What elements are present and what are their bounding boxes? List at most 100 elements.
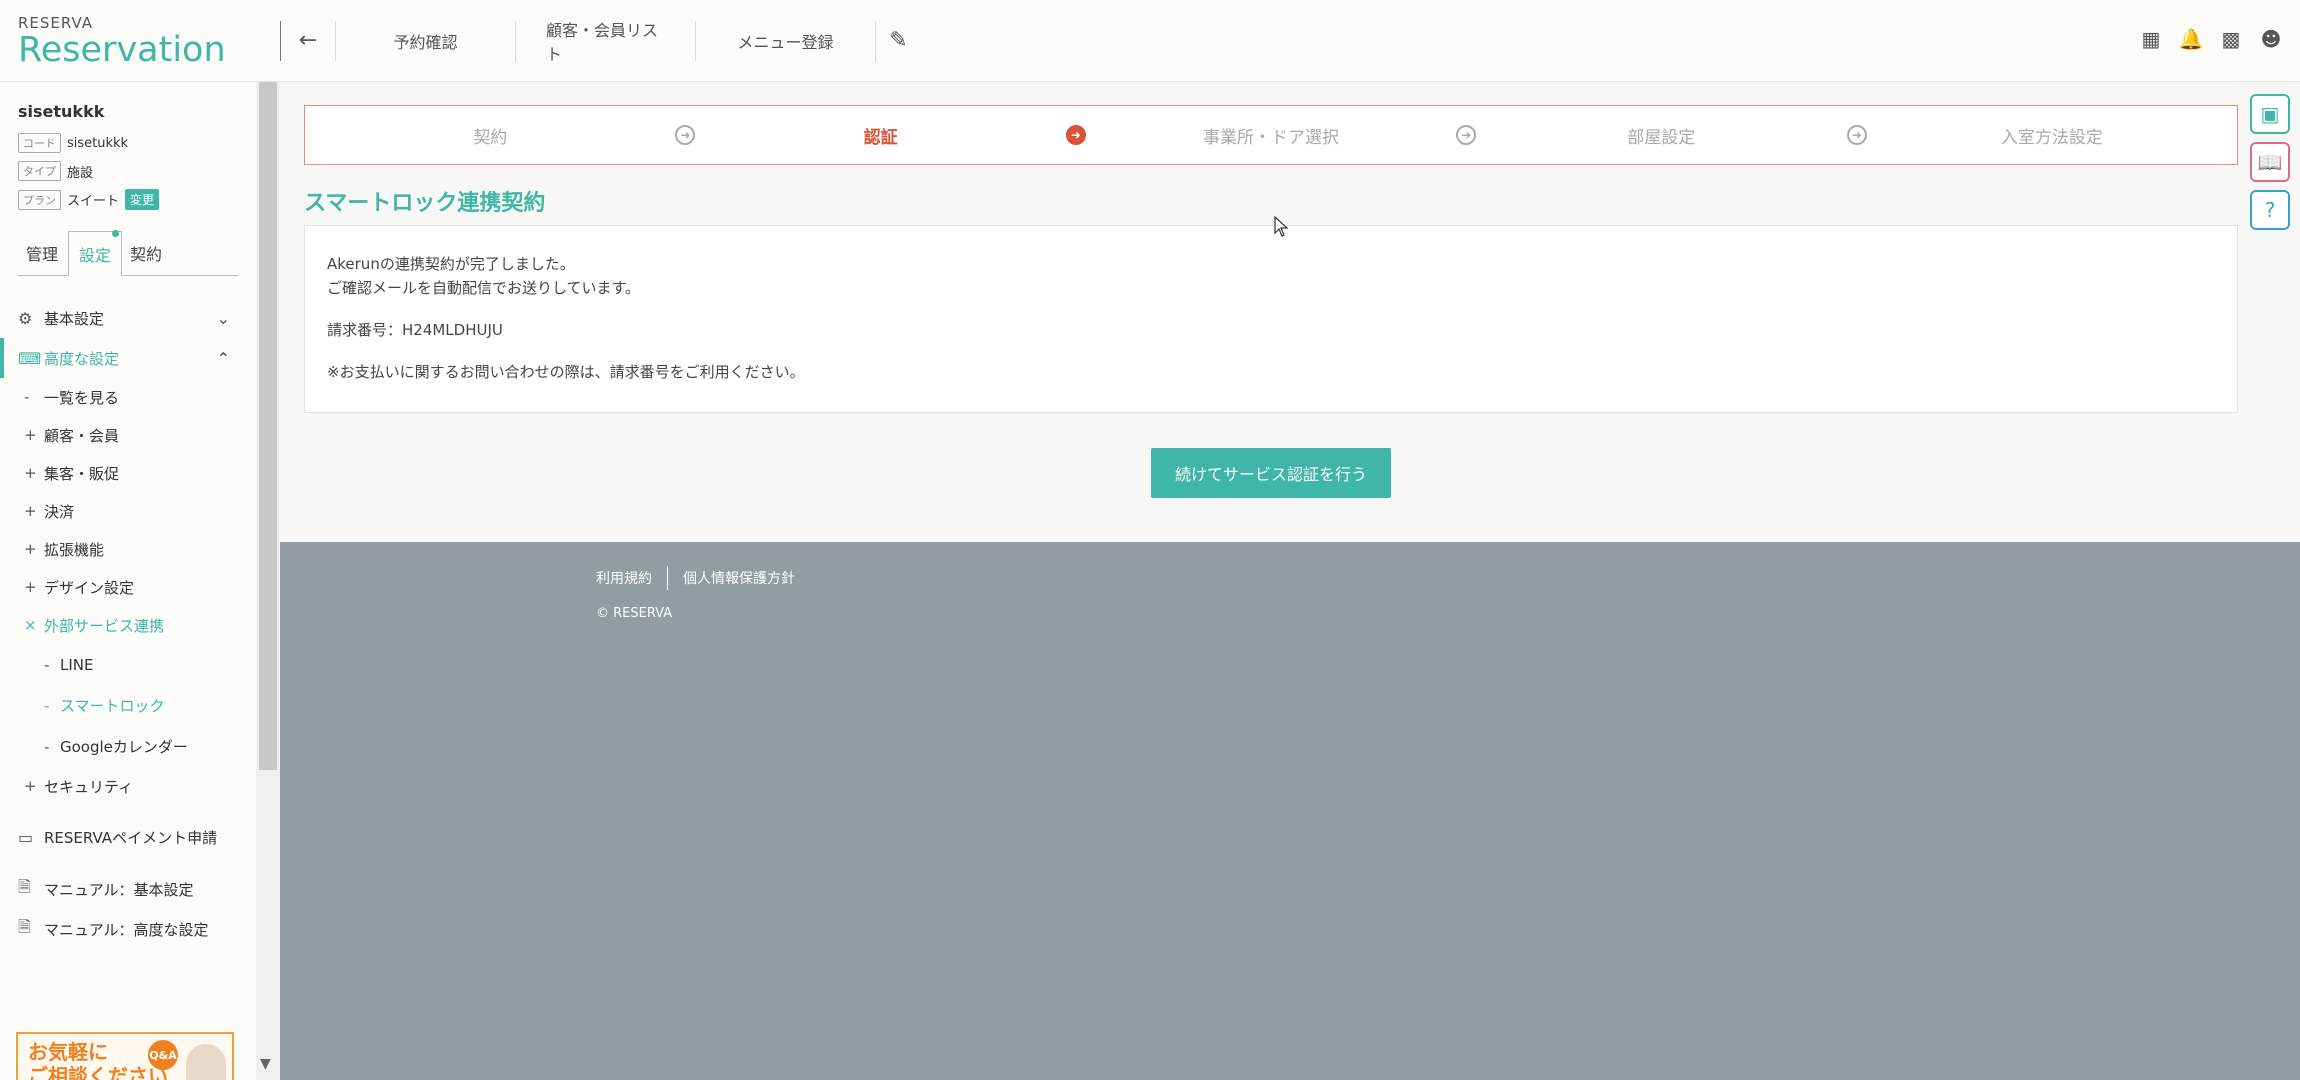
step-office-door: 事業所・ドア選択	[1203, 127, 1340, 148]
sub-payment[interactable]: + 決済	[0, 492, 256, 530]
message-line1: Akerunの連携契約が完了しました。	[327, 255, 575, 273]
meta-tag: コード	[18, 133, 61, 153]
invoice-number: 請求番号：H24MLDHUJU	[327, 321, 503, 339]
user-circle-icon[interactable]: ☻	[2260, 27, 2282, 51]
sub-label: 外部サービス連携	[44, 616, 165, 635]
sub-view-all[interactable]: - 一覧を見る	[0, 378, 256, 416]
subsub-marker: -	[44, 696, 50, 715]
result-card: Akerunの連携契約が完了しました。 ご確認メールを自動配信でお送りしています…	[304, 225, 2238, 413]
nav-reservation-check[interactable]: 予約確認	[336, 20, 516, 61]
sub-marker: +	[24, 426, 37, 444]
credit-card-icon: ▭	[18, 827, 34, 847]
footer-terms-link[interactable]: 利用規約	[596, 568, 652, 588]
sidebar-scrollbar[interactable]: ▼	[256, 82, 280, 1080]
footer-divider	[667, 566, 668, 590]
subsub-label: LINE	[60, 655, 94, 674]
meta-type: タイプ 施設	[18, 161, 238, 181]
building-gear-icon[interactable]: ▩	[2220, 27, 2242, 51]
edit-button[interactable]: ✎	[875, 20, 921, 61]
menu-label: 高度な設定	[44, 349, 120, 368]
support-person-image	[186, 1044, 226, 1080]
footer-privacy-link[interactable]: 個人情報保護方針	[683, 568, 795, 588]
facility-name: sisetukkk	[18, 102, 105, 121]
sub-customers[interactable]: + 顧客・会員	[0, 416, 256, 454]
bell-icon[interactable]: 🔔	[2179, 27, 2204, 51]
sub-label: 顧客・会員	[44, 426, 120, 445]
sub-label: 決済	[44, 502, 75, 521]
header-right-icons: ▦ 🔔 ▩ ☻	[2140, 27, 2282, 51]
book-icon[interactable]: 📖	[2250, 142, 2290, 182]
subsub-smartlock[interactable]: - スマートロック	[0, 685, 256, 726]
sub-marker: ×	[24, 616, 37, 634]
help-banner[interactable]: お気軽に ご相談ください Q&A	[16, 1032, 234, 1080]
subsub-label: スマートロック	[60, 697, 165, 715]
pencil-square-icon: ✎	[889, 28, 908, 53]
step-contract: 契約	[473, 127, 508, 148]
page-title: スマートロック連携契約	[304, 191, 546, 216]
menu-label: マニュアル：基本設定	[44, 880, 194, 899]
sidebar-tabs: 管理 設定 契約	[18, 230, 238, 276]
copyright: © RESERVA	[596, 606, 673, 621]
sub-marker: +	[24, 777, 37, 795]
menu-manual-basic[interactable]: 🗎 マニュアル：基本設定	[0, 869, 256, 909]
subsub-google-calendar[interactable]: - Googleカレンダー	[0, 726, 256, 767]
menu-basic-settings[interactable]: ⚙ 基本設定 ⌄	[0, 298, 256, 338]
step-arrow-icon: ➜	[1456, 125, 1477, 145]
meta-value: スイート	[67, 194, 120, 209]
menu-advanced-settings[interactable]: ⌨ 高度な設定 ⌃	[0, 338, 256, 378]
facility-info: sisetukkk コード sisetukkk タイプ 施設 プラン スイート …	[0, 82, 256, 210]
sub-marker: +	[24, 578, 37, 596]
sub-extensions[interactable]: + 拡張機能	[0, 530, 256, 568]
menu-payment-apply[interactable]: ▭ RESERVAペイメント申請	[0, 817, 256, 857]
meta-tag: タイプ	[18, 161, 61, 181]
tab-settings[interactable]: 設定	[68, 230, 123, 276]
change-plan-badge[interactable]: 変更	[125, 189, 160, 210]
sub-external-services[interactable]: × 外部サービス連携	[0, 606, 256, 644]
meta-code: コード sisetukkk	[18, 133, 238, 153]
sub-design[interactable]: + デザイン設定	[0, 568, 256, 606]
menu-label: マニュアル：高度な設定	[44, 920, 209, 939]
document-icon: 🗎	[18, 876, 31, 896]
browser-window-icon[interactable]: ▣	[2250, 94, 2290, 134]
help-headset-icon[interactable]: ?	[2250, 190, 2290, 230]
sub-label: セキュリティ	[44, 777, 134, 796]
sub-label: 集客・販促	[44, 464, 120, 483]
sub-label: 一覧を見る	[44, 388, 120, 407]
subsub-label: Googleカレンダー	[60, 738, 188, 756]
menu-manual-advanced[interactable]: 🗎 マニュアル：高度な設定	[0, 909, 256, 949]
menu-label: RESERVAペイメント申請	[44, 828, 218, 847]
tab-contract[interactable]: 契約	[122, 241, 172, 275]
chevron-up-icon: ⌃	[216, 348, 230, 368]
document-icon: 🗎	[18, 916, 31, 936]
subsub-marker: -	[44, 737, 50, 756]
nav-customer-list[interactable]: 顧客・会員リスト	[516, 20, 696, 64]
subsub-marker: -	[44, 655, 50, 674]
top-header: RESERVA Reservation ← 予約確認 顧客・会員リスト メニュー…	[0, 0, 2300, 82]
sub-label: デザイン設定	[44, 578, 135, 597]
continue-service-auth-button[interactable]: 続けてサービス認証を行う	[1151, 448, 1391, 498]
tab-manage[interactable]: 管理	[18, 241, 68, 275]
caret-down-icon[interactable]: ▼	[260, 1056, 271, 1072]
sub-marker: -	[24, 388, 30, 406]
qa-badge: Q&A	[148, 1040, 178, 1070]
sub-marketing[interactable]: + 集客・販促	[0, 454, 256, 492]
logo-small-text: RESERVA	[18, 13, 94, 32]
sub-marker: +	[24, 464, 37, 482]
meta-value: 施設	[67, 165, 94, 181]
grid-icon[interactable]: ▦	[2140, 27, 2162, 51]
logo[interactable]: RESERVA Reservation	[0, 14, 280, 68]
step-auth: 認証	[863, 127, 898, 148]
menu-label: 基本設定	[44, 309, 105, 328]
step-arrow-icon: ➜	[675, 125, 696, 145]
sub-label: 拡張機能	[44, 540, 105, 559]
subsub-line[interactable]: - LINE	[0, 644, 256, 685]
step-room-settings: 部屋設定	[1627, 127, 1696, 148]
nav-menu-register[interactable]: メニュー登録	[696, 20, 876, 61]
mouse-cursor-icon	[1274, 216, 1289, 237]
scrollbar-thumb[interactable]	[259, 82, 277, 770]
sub-security[interactable]: + セキュリティ	[0, 767, 256, 805]
sidebar: sisetukkk コード sisetukkk タイプ 施設 プラン スイート …	[0, 82, 256, 1080]
back-button[interactable]: ←	[280, 20, 336, 61]
footer-links: 利用規約 個人情報保護方針	[596, 566, 795, 590]
